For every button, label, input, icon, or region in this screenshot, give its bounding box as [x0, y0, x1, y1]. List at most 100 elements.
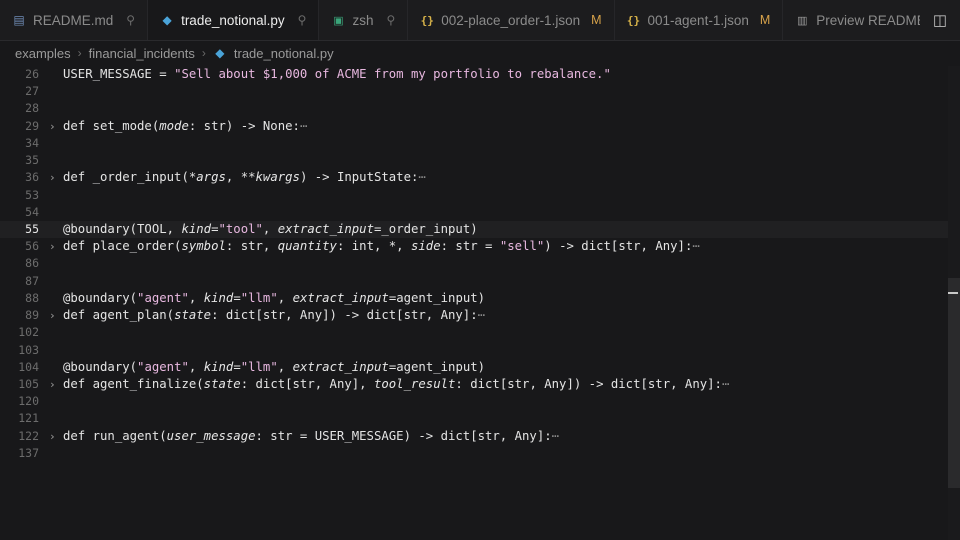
code-line[interactable]: 137: [0, 445, 948, 462]
tab-3[interactable]: {} 002-place_order-1.json M: [408, 0, 615, 40]
python-icon: ◆: [162, 13, 172, 27]
code-line[interactable]: 87: [0, 273, 948, 290]
tab-4[interactable]: {} 001-agent-1.json M: [615, 0, 784, 40]
scrollbar-thumb[interactable]: [948, 278, 960, 488]
code-token: : str) -> None:: [188, 118, 300, 133]
code-token: : str =: [440, 239, 500, 254]
code-token: extract_input: [292, 359, 389, 374]
tab-2[interactable]: ▣ zsh ⚲: [319, 0, 409, 40]
code-token: "agent": [137, 290, 189, 305]
code-line[interactable]: 28: [0, 100, 948, 117]
code-token: args: [196, 170, 226, 185]
code-text: @boundary("agent", kind="llm", extract_i…: [63, 290, 485, 307]
code-token: extract_input: [277, 221, 374, 236]
editor-scrollbar[interactable]: [948, 66, 960, 540]
code-line[interactable]: 56 › def place_order(symbol: str, quantity…: [0, 238, 948, 255]
code-line[interactable]: 86: [0, 255, 948, 272]
fold-chevron-icon[interactable]: ›: [49, 169, 56, 186]
code-editor[interactable]: 26 USER_MESSAGE = "Sell about $1,000 of A…: [0, 66, 948, 540]
tab-label: 002-place_order-1.json: [441, 12, 581, 28]
fold-chevron-icon[interactable]: ›: [49, 238, 56, 255]
code-token: def agent_plan(: [63, 308, 175, 323]
pin-icon[interactable]: ⚲: [386, 13, 395, 27]
code-line[interactable]: 54: [0, 204, 948, 221]
code-token: ⋯: [299, 118, 308, 133]
code-token: =: [233, 290, 241, 305]
line-number: 88: [25, 290, 39, 305]
python-file-icon: ◆: [215, 46, 225, 60]
line-number: 26: [25, 67, 39, 81]
tab-label: README.md: [33, 12, 114, 28]
tab-5[interactable]: ▥ Preview README: [783, 0, 939, 40]
code-token: : int, *,: [336, 239, 411, 254]
code-token: state: [174, 308, 212, 323]
code-token: kwargs: [255, 170, 300, 185]
code-line[interactable]: 27: [0, 83, 948, 100]
code-line[interactable]: 122 › def run_agent(user_message: str = US…: [0, 428, 948, 445]
code-line[interactable]: 105 › def agent_finalize(state: dict[str, …: [0, 376, 948, 393]
tab-label: trade_notional.py: [181, 12, 285, 28]
code-line[interactable]: 29 › def set_mode(mode: str) -> None:⋯: [0, 118, 948, 135]
editor-tab-bar: ▤ README.md ⚲ ◆ trade_notional.py ⚲ ▣ zsh ⚲ {} 002…: [0, 0, 960, 41]
code-token: : dict[str, Any]) -> dict[str, Any]:: [211, 308, 478, 323]
code-text: @boundary("agent", kind="llm", extract_i…: [63, 359, 485, 376]
code-token: user_message: [166, 428, 256, 443]
code-line[interactable]: 53: [0, 187, 948, 204]
code-line[interactable]: 26 USER_MESSAGE = "Sell about $1,000 of A…: [0, 66, 948, 83]
modified-badge: M: [591, 13, 602, 27]
breadcrumb: examples › financial_incidents › ◆ trade…: [15, 44, 334, 62]
code-line[interactable]: 104 @boundary("agent", kind="llm", extrac…: [0, 359, 948, 376]
code-line[interactable]: 120: [0, 393, 948, 410]
code-token: kind: [181, 221, 212, 236]
code-token: side: [411, 239, 441, 254]
line-number: 86: [25, 256, 39, 271]
fold-chevron-icon[interactable]: ›: [49, 307, 56, 324]
breadcrumb-item-file[interactable]: trade_notional.py: [234, 46, 334, 61]
tab-label: Preview README: [816, 12, 926, 28]
code-token: def run_agent(: [63, 428, 167, 443]
code-token: =agent_input): [388, 359, 486, 374]
code-text: def agent_plan(state: dict[str, Any]) ->…: [63, 307, 485, 324]
tab-1[interactable]: ◆ trade_notional.py ⚲: [148, 0, 320, 40]
code-line[interactable]: 103: [0, 342, 948, 359]
code-line[interactable]: 55 @boundary(TOOL, kind="tool", extract_i…: [0, 220, 948, 239]
code-token: def agent_finalize(: [63, 376, 204, 391]
code-token: ) -> InputState:: [299, 170, 419, 185]
code-line[interactable]: 36 › def _order_input(*args, **kwargs) -> …: [0, 169, 948, 186]
fold-chevron-icon[interactable]: ›: [49, 428, 56, 445]
code-line[interactable]: 34: [0, 135, 948, 152]
pin-icon[interactable]: ⚲: [126, 13, 135, 27]
code-line[interactable]: 88 @boundary("agent", kind="llm", extract…: [0, 290, 948, 307]
code-token: "agent": [137, 359, 189, 374]
breadcrumb-item-examples[interactable]: examples: [15, 46, 71, 61]
code-token: ,: [188, 290, 204, 305]
split-editor-icon[interactable]: ◫: [920, 0, 960, 40]
line-number: 55: [25, 221, 39, 236]
code-token: ⋯: [551, 428, 560, 443]
code-line[interactable]: 89 › def agent_plan(state: dict[str, Any])…: [0, 307, 948, 324]
code-line[interactable]: 121: [0, 410, 948, 427]
breadcrumb-item-financial-incidents[interactable]: financial_incidents: [89, 46, 195, 61]
markdown-icon: ▤: [13, 13, 25, 27]
code-token: ,: [277, 359, 293, 374]
code-line[interactable]: 102: [0, 324, 948, 341]
line-number: 28: [25, 101, 39, 116]
code-text: def place_order(symbol: str, quantity: i…: [63, 238, 700, 255]
code-token: ,: [277, 290, 293, 305]
fold-chevron-icon[interactable]: ›: [49, 118, 56, 135]
modified-badge: M: [759, 13, 771, 27]
code-token: def set_mode(: [63, 118, 160, 133]
tab-label: zsh: [352, 12, 374, 28]
code-token: ⋯: [721, 376, 730, 391]
code-text: def _order_input(*args, **kwargs) -> Inp…: [63, 169, 426, 186]
code-token: mode: [159, 118, 189, 133]
pin-icon[interactable]: ⚲: [298, 13, 307, 27]
code-text: def agent_finalize(state: dict[str, Any]…: [63, 376, 729, 393]
code-token: ⋯: [418, 170, 426, 185]
code-token: ) -> dict[str, Any]:: [544, 239, 693, 254]
line-number: 137: [18, 445, 39, 460]
code-line[interactable]: 35: [0, 152, 948, 169]
fold-chevron-icon[interactable]: ›: [49, 376, 56, 393]
tab-0[interactable]: ▤ README.md ⚲: [0, 0, 149, 40]
code-token: =: [233, 359, 241, 374]
